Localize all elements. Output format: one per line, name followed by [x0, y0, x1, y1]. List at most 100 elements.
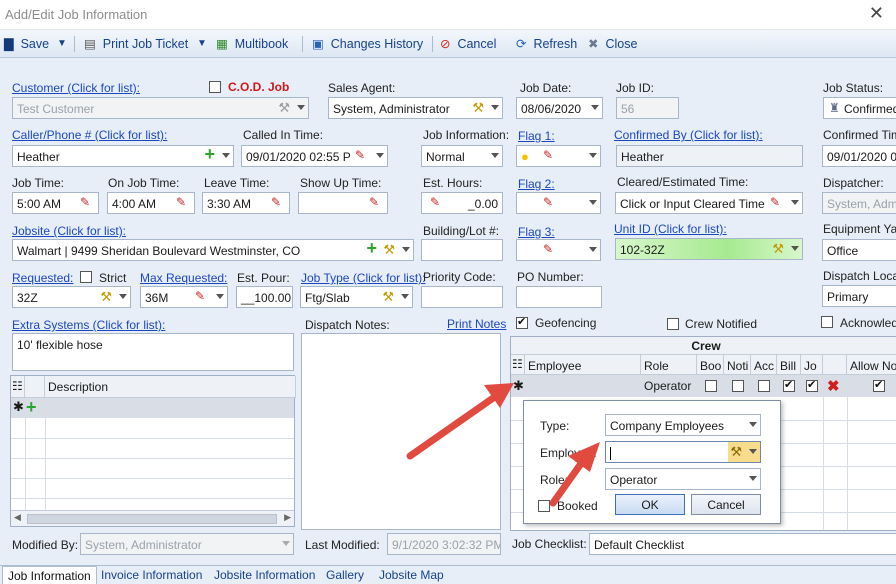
eraser-icon[interactable] [271, 196, 285, 209]
leave-time-field[interactable]: 3:30 AM [202, 192, 290, 214]
eraser-icon[interactable] [195, 290, 209, 303]
flag1-label[interactable]: Flag 1: [518, 129, 555, 143]
hammer-icon[interactable]: ⚒ [278, 100, 290, 115]
crew-col-notified[interactable]: Noti [724, 355, 751, 375]
confirmed-time-field[interactable]: 09/01/2020 02 [822, 145, 896, 167]
eraser-icon[interactable] [176, 196, 190, 209]
chevron-down-icon[interactable] [491, 105, 499, 110]
jo-checkbox[interactable] [806, 378, 818, 392]
crew-col-role[interactable]: Role [641, 355, 697, 375]
allow-notify-checkbox[interactable] [873, 378, 885, 392]
eraser-icon[interactable] [543, 243, 557, 256]
jobsite-label[interactable]: Jobsite (Click for list): [12, 224, 126, 238]
requested-label[interactable]: Requested: [12, 271, 73, 285]
flag2-field[interactable] [516, 192, 601, 214]
scroll-left-icon[interactable]: ◀ [14, 512, 21, 523]
eraser-icon[interactable] [770, 196, 784, 209]
close-button[interactable]: ✖ Close [588, 36, 637, 51]
chevron-down-icon[interactable] [791, 200, 799, 205]
crew-notified-checkbox[interactable] [667, 318, 679, 330]
cleared-time-field[interactable]: Click or Input Cleared Time [615, 192, 803, 214]
grid-settings-icon[interactable]: ☷ [11, 376, 25, 398]
job-type-label[interactable]: Job Type (Click for list): [301, 271, 425, 285]
hammer-icon[interactable]: ⚒ [100, 289, 112, 304]
refresh-button[interactable]: ⟳ Refresh [516, 36, 577, 51]
est-hours-field[interactable]: _0.00 [421, 192, 503, 214]
eraser-icon[interactable] [369, 196, 383, 209]
eraser-icon[interactable] [80, 196, 94, 209]
customer-label[interactable]: Customer (Click for list): [12, 81, 140, 95]
dispatch-location-field[interactable]: Primary [822, 285, 896, 307]
chevron-down-icon[interactable] [297, 105, 305, 110]
job-information-field[interactable]: Normal [421, 145, 503, 167]
popup-booked-checkbox[interactable] [538, 500, 550, 512]
multibook-button[interactable]: ▦ Multibook [216, 36, 288, 51]
unit-id-label[interactable]: Unit ID (Click for list): [614, 222, 727, 236]
hammer-icon[interactable]: ⚒ [472, 100, 484, 115]
eraser-icon[interactable] [543, 196, 557, 209]
scroll-right-icon[interactable]: ▶ [284, 512, 291, 523]
crew-col-jo[interactable]: Jo [801, 355, 823, 375]
cod-checkbox[interactable] [209, 81, 221, 93]
chevron-down-icon[interactable] [376, 153, 384, 158]
tab-jobsite-map[interactable]: Jobsite Map [379, 568, 444, 582]
print-job-ticket-button[interactable]: ▤ Print Job Ticket [84, 36, 188, 51]
booked-checkbox[interactable] [705, 380, 717, 392]
chevron-down-icon[interactable] [222, 153, 230, 158]
unit-id-field[interactable]: 102-32Z ⚒ [615, 238, 803, 260]
plus-icon[interactable]: + [366, 240, 377, 258]
chevron-down-icon[interactable] [749, 422, 757, 427]
equipment-yard-field[interactable]: Office [822, 239, 896, 261]
jobsite-field[interactable]: Walmart | 9499 Sheridan Boulevard Westmi… [12, 239, 414, 261]
caller-field[interactable]: Heather + [12, 145, 234, 167]
eraser-icon[interactable] [355, 149, 369, 162]
popup-role-field[interactable]: Operator [605, 468, 761, 490]
chevron-down-icon[interactable] [591, 105, 599, 110]
new-row[interactable]: ✱ + [11, 397, 294, 418]
changes-history-button[interactable]: ▣ Changes History [312, 36, 423, 51]
save-button[interactable]: ▇ Save [4, 36, 49, 51]
eraser-icon[interactable] [426, 196, 440, 209]
crew-col-accepted[interactable]: Acc [751, 355, 777, 375]
chevron-down-icon[interactable] [791, 246, 799, 251]
sales-agent-field[interactable]: System, Administrator ⚒ [328, 97, 503, 119]
hammer-icon[interactable]: ⚒ [730, 444, 742, 459]
chevron-down-icon[interactable] [216, 294, 224, 299]
chevron-down-icon[interactable] [589, 153, 597, 158]
requested-field[interactable]: 32Z ⚒ [12, 286, 131, 308]
plus-icon[interactable]: + [26, 397, 37, 417]
save-dropdown-icon[interactable]: ▼ [57, 38, 67, 49]
strict-checkbox[interactable] [80, 271, 92, 283]
est-pour-field[interactable]: __100.00 [236, 286, 293, 308]
extra-systems-label[interactable]: Extra Systems (Click for list): [12, 318, 165, 332]
chevron-down-icon[interactable] [491, 153, 499, 158]
show-up-time-field[interactable] [298, 192, 388, 214]
crew-col-employee[interactable]: Employee [525, 355, 641, 375]
job-checklist-field[interactable]: Default Checklist [589, 533, 896, 555]
eraser-icon[interactable] [543, 149, 557, 162]
hammer-icon[interactable]: ⚒ [382, 289, 394, 304]
add-employee-popup[interactable]: Type: Company Employees Employee: ⚒ Role… [523, 400, 781, 524]
hammer-icon[interactable]: ⚒ [383, 242, 395, 257]
plus-icon[interactable]: + [204, 146, 215, 164]
confirmed-by-field[interactable]: Heather [616, 145, 803, 167]
priority-code-field[interactable] [421, 286, 503, 308]
chevron-down-icon[interactable] [402, 247, 410, 252]
tab-jobsite-information[interactable]: Jobsite Information [214, 568, 315, 582]
confirmed-by-label[interactable]: Confirmed By (Click for list): [614, 128, 763, 142]
crew-col-allow-notify[interactable]: Allow No [847, 355, 896, 375]
hammer-icon[interactable]: ⚒ [772, 241, 784, 256]
popup-cancel-button[interactable]: Cancel [691, 494, 761, 515]
geofencing-checkbox[interactable] [516, 315, 528, 329]
flag2-label[interactable]: Flag 2: [518, 177, 555, 191]
customer-field[interactable]: Test Customer ⚒ [12, 97, 309, 119]
close-icon[interactable]: ✕ [869, 3, 884, 24]
flag1-field[interactable]: ● [516, 145, 601, 167]
tab-job-information[interactable]: Job Information [2, 566, 97, 584]
chevron-down-icon[interactable] [589, 200, 597, 205]
chevron-down-icon[interactable] [749, 449, 757, 454]
caller-label[interactable]: Caller/Phone # (Click for list): [12, 128, 167, 142]
description-grid[interactable]: ☷ Description ✱ + ◀ ▶ [10, 375, 296, 527]
horizontal-scrollbar[interactable]: ◀ ▶ [11, 510, 294, 526]
flag3-field[interactable] [516, 239, 601, 261]
